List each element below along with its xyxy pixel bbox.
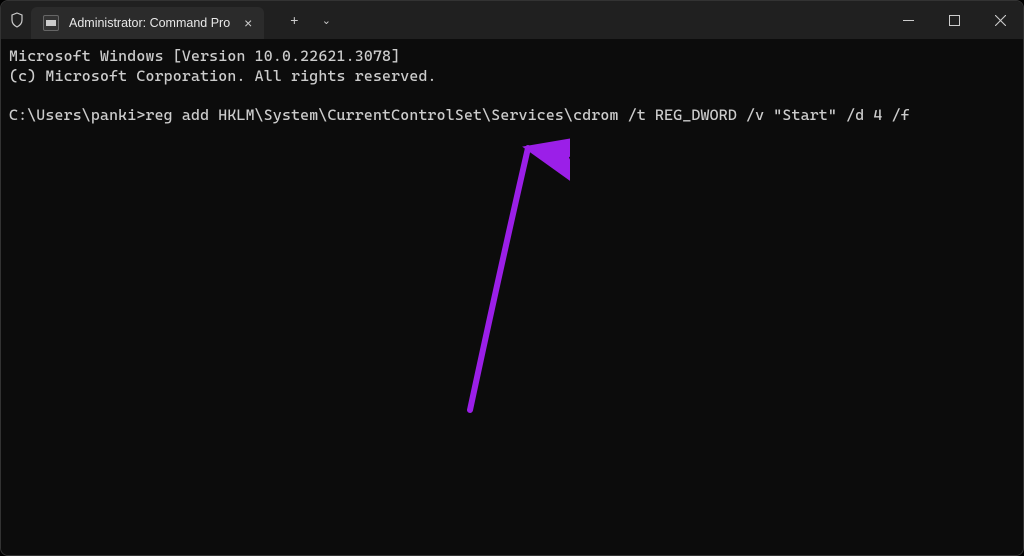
prompt: C:\Users\panki> [9,106,145,124]
maximize-button[interactable] [931,1,977,39]
command-text: reg add HKLM\System\CurrentControlSet\Se… [145,106,909,124]
active-tab[interactable]: Administrator: Command Pro × [31,7,264,39]
window-controls [885,1,1023,39]
tab-title: Administrator: Command Pro [69,16,230,30]
shield-icon [9,12,25,28]
titlebar: Administrator: Command Pro × + ⌄ [1,1,1023,39]
close-button[interactable] [977,1,1023,39]
cmd-icon [43,15,59,31]
version-line: Microsoft Windows [Version 10.0.22621.30… [9,47,400,65]
terminal-content[interactable]: Microsoft Windows [Version 10.0.22621.30… [1,39,1023,555]
titlebar-left [9,12,25,28]
tabs-strip: Administrator: Command Pro × + ⌄ [25,1,885,39]
minimize-button[interactable] [885,1,931,39]
tab-close-button[interactable]: × [244,16,252,30]
new-tab-button[interactable]: + [278,4,310,36]
tab-dropdown-button[interactable]: ⌄ [310,4,342,36]
copyright-line: (c) Microsoft Corporation. All rights re… [9,67,437,85]
terminal-window: Administrator: Command Pro × + ⌄ Microso… [0,0,1024,556]
